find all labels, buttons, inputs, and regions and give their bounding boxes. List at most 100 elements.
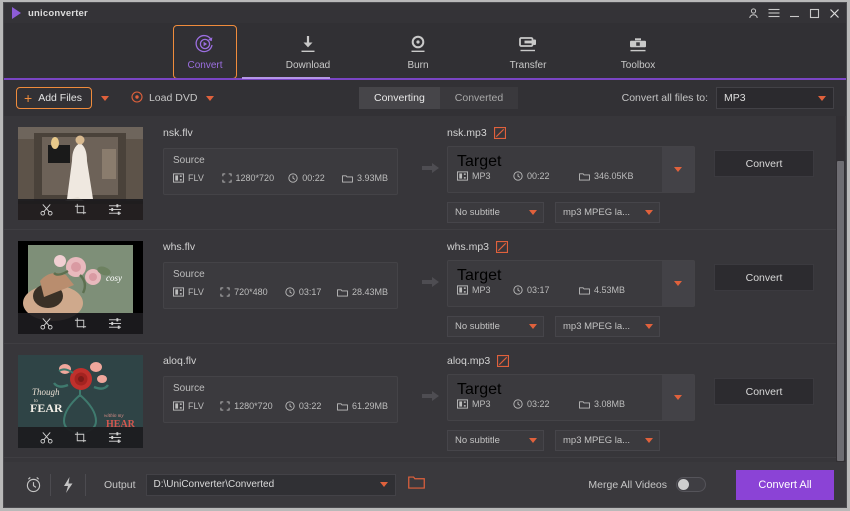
effect-sliders-icon[interactable] [108, 317, 122, 330]
target-duration-chip: 03:22 [513, 399, 579, 409]
app-title: uniconverter [28, 7, 88, 19]
source-duration-chip: 03:17 [285, 287, 337, 297]
trim-scissors-icon[interactable] [39, 431, 53, 444]
convert-all-to-value: MP3 [724, 92, 746, 104]
chevron-down-icon [645, 324, 653, 329]
target-size-value: 346.05KB [594, 171, 634, 181]
source-filename: aloq.flv [163, 355, 197, 367]
target-duration-value: 03:17 [527, 285, 550, 295]
chevron-down-icon [674, 395, 682, 400]
target-info-box: Target MP3 03:22 3.08MB [447, 374, 695, 421]
target-panel: whs.mp3 Target MP3 03:17 4.53MB No subti… [447, 241, 717, 337]
nav-item-transfer[interactable]: Transfer [489, 25, 567, 79]
target-format-dropdown-button[interactable] [662, 261, 694, 306]
list-scrollbar[interactable] [836, 116, 845, 462]
effect-sliders-icon[interactable] [108, 431, 122, 444]
output-path-select[interactable]: D:\UniConverter\Converted [145, 473, 396, 496]
film-strip-icon [457, 171, 468, 181]
film-strip-icon [173, 401, 184, 411]
nav-label-convert: Convert [187, 60, 223, 71]
target-format-dropdown-button[interactable] [662, 147, 694, 192]
edit-pencil-icon[interactable] [497, 355, 510, 367]
tab-converting[interactable]: Converting [359, 87, 440, 109]
trim-scissors-icon[interactable] [39, 317, 53, 330]
edit-pencil-icon[interactable] [496, 241, 509, 253]
target-format-value: MP3 [472, 171, 491, 181]
target-caption: Target [457, 153, 502, 170]
table-row[interactable]: nsk.flv Source FLV 1280*720 00:22 3.93MB… [4, 116, 836, 230]
trim-scissors-icon[interactable] [39, 203, 53, 216]
target-format-chip: MP3 [457, 399, 513, 409]
tab-converted[interactable]: Converted [439, 87, 519, 109]
subtitle-select[interactable]: No subtitle [447, 430, 544, 451]
nav-label-download: Download [285, 60, 331, 71]
lightning-bolt-icon[interactable] [51, 476, 85, 494]
source-resolution-value: 1280*720 [235, 173, 275, 183]
add-files-dropdown-chevron-down-icon[interactable] [100, 95, 109, 101]
right-arrow-icon [422, 163, 439, 173]
folder-icon [342, 174, 353, 183]
maximize-icon[interactable] [809, 8, 820, 19]
source-caption: Source [173, 269, 205, 280]
open-folder-icon[interactable] [407, 475, 425, 494]
crop-icon[interactable] [74, 203, 87, 216]
nav-item-convert[interactable]: Convert [173, 25, 237, 79]
effect-sliders-icon[interactable] [108, 203, 122, 216]
table-row[interactable]: Though to FEAR within my HEAR aloq.flv S… [4, 344, 836, 458]
audio-track-select[interactable]: mp3 MPEG la... [555, 316, 660, 337]
add-files-button[interactable]: + Add Files [16, 87, 92, 109]
source-size-chip: 3.93MB [342, 173, 388, 183]
account-icon[interactable] [748, 7, 759, 19]
burn-disc-icon [408, 33, 428, 55]
film-strip-icon [457, 285, 468, 295]
convert-button[interactable]: Convert [714, 264, 814, 291]
film-strip-icon [173, 173, 184, 183]
video-thumbnail[interactable]: Though to FEAR within my HEAR [18, 355, 143, 448]
source-duration-value: 00:22 [302, 173, 325, 183]
load-dvd-dropdown-chevron-down-icon[interactable] [206, 95, 215, 101]
nav-item-burn[interactable]: Burn [379, 25, 457, 79]
table-row[interactable]: cosy whs.flv Source FLV 720*480 03:17 28… [4, 230, 836, 344]
thumbnail-tools [18, 313, 143, 334]
load-dvd-button[interactable]: Load DVD [131, 90, 197, 106]
source-size-value: 3.93MB [356, 173, 388, 183]
source-info-box: Source FLV 1280*720 [163, 376, 398, 423]
crop-icon[interactable] [74, 431, 87, 444]
audio-track-select[interactable]: mp3 MPEG la... [555, 202, 660, 223]
source-size-chip: 28.43MB [337, 287, 388, 297]
clock-icon [285, 401, 295, 411]
hamburger-menu-icon[interactable] [768, 8, 780, 18]
source-resolution-chip: 1280*720 [221, 173, 289, 183]
convert-button[interactable]: Convert [714, 150, 814, 177]
subtitle-select[interactable]: No subtitle [447, 316, 544, 337]
chevron-down-icon [674, 167, 682, 172]
nav-item-toolbox[interactable]: Toolbox [599, 25, 677, 79]
edit-pencil-icon[interactable] [493, 127, 506, 139]
output-path-value: D:\UniConverter\Converted [153, 479, 275, 490]
merge-toggle[interactable] [676, 477, 706, 492]
subtitle-select[interactable]: No subtitle [447, 202, 544, 223]
alarm-clock-icon[interactable] [16, 475, 50, 494]
subtitle-value: No subtitle [455, 207, 500, 218]
source-format-chip: FLV [173, 401, 220, 411]
folder-icon [579, 400, 590, 409]
convert-button[interactable]: Convert [714, 378, 814, 405]
scrollbar-thumb[interactable] [837, 161, 844, 461]
convert-all-to-select[interactable]: MP3 [716, 87, 834, 109]
chevron-down-icon [379, 482, 388, 487]
target-caption: Target [457, 267, 502, 284]
video-thumbnail[interactable] [18, 127, 143, 220]
chevron-down-icon [529, 324, 537, 329]
thumbnail-tools [18, 199, 143, 220]
video-thumbnail[interactable]: cosy [18, 241, 143, 334]
clock-icon [288, 173, 298, 183]
minimize-icon[interactable] [789, 8, 800, 19]
close-icon[interactable] [829, 8, 840, 19]
audio-track-select[interactable]: mp3 MPEG la... [555, 430, 660, 451]
source-format-value: FLV [188, 401, 204, 411]
nav-item-download[interactable]: Download [269, 25, 347, 79]
chevron-down-icon [529, 210, 537, 215]
crop-icon[interactable] [74, 317, 87, 330]
convert-all-button[interactable]: Convert All [736, 469, 834, 500]
target-format-dropdown-button[interactable] [662, 375, 694, 420]
